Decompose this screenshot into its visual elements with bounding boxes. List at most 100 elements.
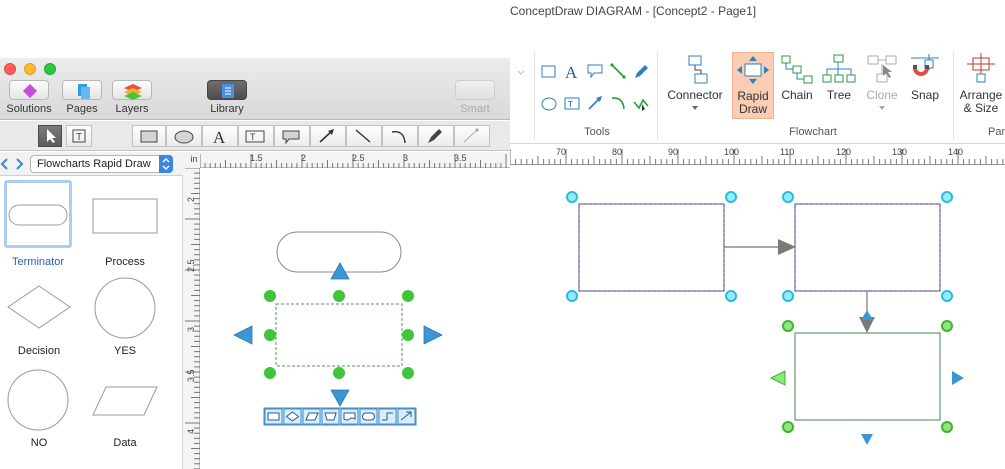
- yes-circle-shape-icon: [94, 277, 156, 339]
- palette-step-icon[interactable]: [378, 408, 397, 425]
- arc-tool[interactable]: [382, 125, 418, 147]
- process-shape-1[interactable]: [578, 203, 725, 292]
- clone-label: Clone: [866, 88, 898, 102]
- chevron-right-icon[interactable]: [14, 157, 24, 171]
- pages-button[interactable]: Pages: [62, 80, 102, 115]
- mac-drawing-canvas[interactable]: [200, 168, 510, 469]
- callout-tool[interactable]: [274, 125, 310, 147]
- library-header: Flowcharts Rapid Draw: [0, 152, 200, 176]
- arrow-tool[interactable]: [310, 125, 346, 147]
- callout-tool-icon[interactable]: [586, 62, 604, 80]
- mac-drawing-tools: T A T: [0, 121, 510, 151]
- library-item-label: Data: [113, 437, 137, 449]
- ruler-label: 2.5: [186, 259, 196, 272]
- library-item-no[interactable]: NO: [4, 368, 74, 452]
- process-shape-2[interactable]: [794, 203, 941, 292]
- process-shape-3[interactable]: [794, 332, 941, 421]
- mac-window: Solutions Pages Layers Library Smart T A…: [0, 0, 510, 469]
- palette-para-icon[interactable]: [302, 408, 321, 425]
- text-select-tool[interactable]: T: [66, 125, 92, 147]
- selected-process-shape[interactable]: [275, 303, 403, 367]
- palette-rect-icon[interactable]: [264, 408, 283, 425]
- rapid-draw-down-arrow[interactable]: [861, 434, 873, 445]
- layers-button[interactable]: Layers: [112, 80, 152, 115]
- pen-tool[interactable]: [418, 125, 454, 147]
- ellipse-tool-icon[interactable]: [540, 94, 558, 112]
- svg-text:T: T: [568, 100, 573, 109]
- text-tool[interactable]: A: [202, 125, 238, 147]
- line-tool-icon[interactable]: [609, 62, 627, 80]
- palette-arrow-icon[interactable]: [397, 408, 416, 425]
- smart-connector-tool[interactable]: [454, 125, 490, 147]
- library-item-process[interactable]: Process: [90, 180, 160, 268]
- chain-button[interactable]: Chain: [778, 52, 816, 102]
- ruler-label: 100: [724, 147, 740, 157]
- rapid-draw-right-arrow[interactable]: [952, 371, 964, 385]
- tree-button[interactable]: Tree: [820, 52, 858, 102]
- process-shape-icon: [92, 198, 158, 234]
- arrange-label-line2: & Size: [963, 101, 999, 115]
- rectangle-tool-icon[interactable]: [540, 62, 558, 80]
- palette-term-icon[interactable]: [359, 408, 378, 425]
- polyline-tool-icon[interactable]: [632, 94, 650, 112]
- select-tool[interactable]: [38, 125, 62, 147]
- zoom-window-button[interactable]: [44, 63, 56, 75]
- rapid-draw-left-arrow[interactable]: [769, 370, 786, 386]
- smart-button[interactable]: Smart: [455, 80, 495, 115]
- palette-doc-icon[interactable]: [340, 408, 359, 425]
- ellipse-tool[interactable]: [166, 125, 202, 147]
- rapid-draw-up-arrow[interactable]: [861, 310, 873, 320]
- palette-trap-icon[interactable]: [321, 408, 340, 425]
- panel-group-label: Pan: [988, 126, 1005, 138]
- decision-shape-icon: [7, 285, 71, 329]
- library-select[interactable]: Flowcharts Rapid Draw: [30, 155, 173, 173]
- ribbon-separator: [534, 52, 535, 140]
- library-item-terminator[interactable]: Terminator: [4, 180, 72, 268]
- clone-icon: [867, 55, 897, 83]
- pen-tool-icon[interactable]: [632, 62, 650, 80]
- ruler-unit-label: in: [190, 154, 198, 164]
- library-label: Library: [210, 103, 244, 115]
- rectangle-tool[interactable]: [132, 125, 166, 147]
- snap-label: Snap: [910, 88, 940, 102]
- connector-label: Connector: [667, 88, 723, 102]
- rapid-draw-right-arrow[interactable]: [423, 325, 443, 345]
- chevron-left-icon[interactable]: [0, 157, 10, 171]
- clone-button[interactable]: Clone: [862, 52, 902, 115]
- rapid-draw-button[interactable]: Rapid Draw: [732, 52, 774, 119]
- arc-tool-icon[interactable]: [609, 94, 627, 112]
- rapid-draw-down-arrow[interactable]: [330, 389, 350, 407]
- pages-label: Pages: [66, 103, 98, 115]
- close-window-button[interactable]: [4, 63, 16, 75]
- no-circle-shape-icon: [7, 369, 69, 431]
- ruler-label: 3.5: [186, 369, 196, 382]
- text-frame-icon: T: [72, 129, 86, 143]
- text-tool-icon[interactable]: A: [563, 62, 581, 80]
- library-item-decision[interactable]: Decision: [4, 280, 74, 360]
- library-item-data[interactable]: Data: [90, 368, 160, 452]
- connector-arrowhead: [778, 239, 796, 255]
- connector-button[interactable]: Connector: [664, 52, 726, 118]
- library-button[interactable]: Library: [205, 80, 249, 115]
- ruler-label: 4: [186, 428, 196, 434]
- pen-icon: [428, 129, 442, 143]
- arrow-tool-icon[interactable]: [586, 94, 604, 112]
- windows-drawing-canvas[interactable]: [510, 166, 1005, 469]
- solutions-button[interactable]: Solutions: [6, 80, 52, 115]
- arrange-size-button[interactable]: Arrange & Size: [958, 52, 1004, 115]
- svg-text:A: A: [565, 63, 578, 80]
- chain-icon: [781, 55, 813, 84]
- svg-text:A: A: [213, 128, 226, 144]
- minimize-window-button[interactable]: [24, 63, 36, 75]
- rapid-draw-left-arrow[interactable]: [233, 325, 253, 345]
- library-item-yes[interactable]: YES: [90, 276, 160, 360]
- solutions-label: Solutions: [6, 103, 52, 115]
- snap-button[interactable]: Snap: [906, 52, 944, 102]
- palette-diamond-icon[interactable]: [283, 408, 302, 425]
- textbox-tool-icon[interactable]: T: [563, 94, 581, 112]
- textbox-tool[interactable]: T: [238, 125, 274, 147]
- connector-pen-icon: [463, 128, 479, 143]
- line-tool[interactable]: [346, 125, 382, 147]
- ruler-label: 80: [612, 147, 623, 157]
- ruler-label: 3: [186, 326, 196, 332]
